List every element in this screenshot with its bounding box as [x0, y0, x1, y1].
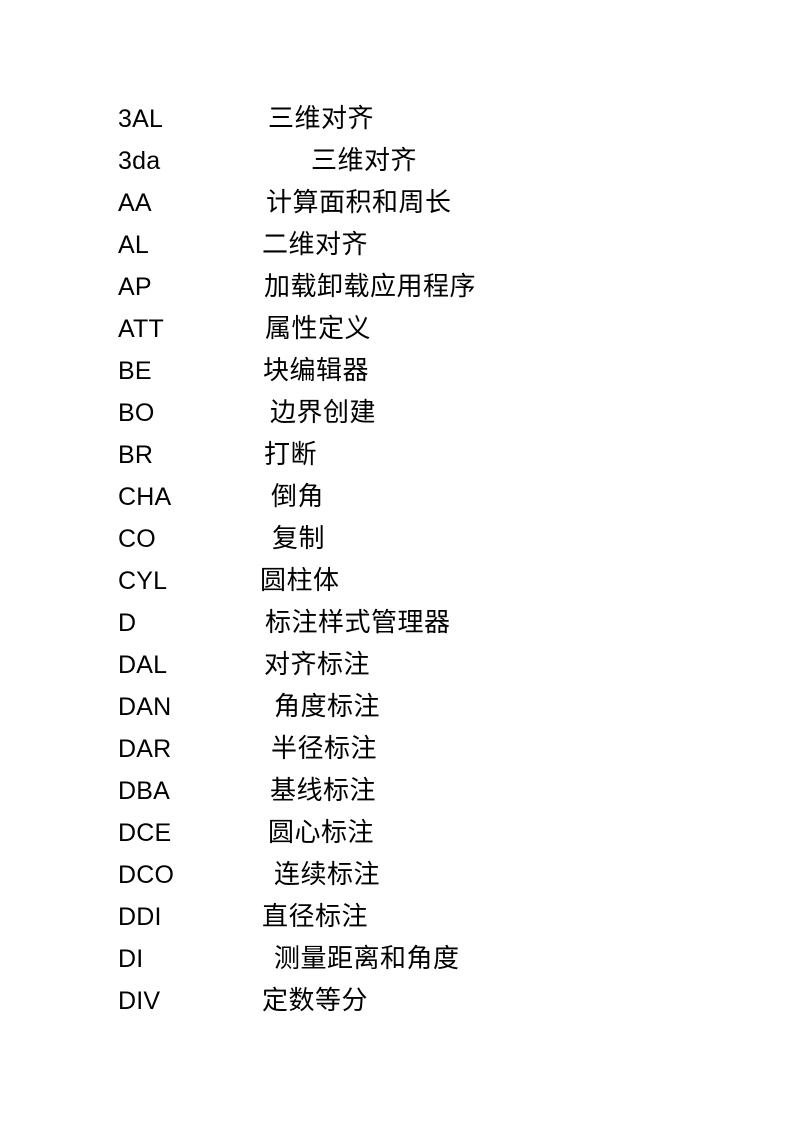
alias-row: DAR 半径标注 [0, 731, 800, 773]
alias-row: 3da 三维对齐 [0, 143, 800, 185]
alias-description: 圆心标注 [268, 818, 375, 848]
alias-row: DCO 连续标注 [0, 857, 800, 899]
alias-row: BE 块编辑器 [0, 353, 800, 395]
alias-description: 三维对齐 [311, 146, 418, 176]
alias-row: DI 测量距离和角度 [0, 941, 800, 983]
alias-row: BO 边界创建 [0, 395, 800, 437]
alias-code: CHA [118, 483, 172, 511]
alias-description: 直径标注 [262, 902, 369, 932]
alias-description: 倒角 [271, 482, 325, 512]
alias-description: 连续标注 [274, 860, 381, 890]
alias-row: 3AL 三维对齐 [0, 101, 800, 143]
alias-row: ATT 属性定义 [0, 311, 800, 353]
alias-code: CO [118, 525, 156, 553]
alias-description: 边界创建 [270, 398, 377, 428]
alias-description: 块编辑器 [263, 356, 370, 386]
alias-code: DAL [118, 651, 168, 679]
alias-code: DDI [118, 903, 162, 931]
alias-code: AL [118, 231, 149, 259]
alias-description: 二维对齐 [262, 230, 369, 260]
document-page: 3AL 三维对齐 3da 三维对齐 AA 计算面积和周长 AL 二维对齐 AP 加载卸载应用程序 A… [0, 0, 800, 1132]
alias-description: 三维对齐 [268, 104, 375, 134]
alias-row: BR 打断 [0, 437, 800, 479]
alias-code: DI [118, 945, 144, 973]
alias-code: BR [118, 441, 154, 469]
alias-code: BO [118, 399, 155, 427]
alias-code: ATT [118, 315, 164, 343]
alias-code: AA [118, 189, 152, 217]
alias-description: 角度标注 [274, 692, 381, 722]
alias-description: 属性定义 [265, 314, 372, 344]
alias-description: 对齐标注 [264, 650, 371, 680]
alias-code: DAN [118, 693, 172, 721]
alias-code: CYL [118, 567, 168, 595]
alias-row: DDI 直径标注 [0, 899, 800, 941]
alias-description: 圆柱体 [260, 566, 340, 596]
alias-description: 定数等分 [262, 986, 369, 1016]
alias-row: CHA 倒角 [0, 479, 800, 521]
alias-description: 复制 [272, 524, 326, 554]
alias-row: DBA 基线标注 [0, 773, 800, 815]
alias-code: 3da [118, 147, 161, 175]
alias-code: DBA [118, 777, 171, 805]
alias-row: DCE 圆心标注 [0, 815, 800, 857]
alias-code: D [118, 609, 137, 637]
alias-row: AP 加载卸载应用程序 [0, 269, 800, 311]
alias-row: CO 复制 [0, 521, 800, 563]
alias-description: 打断 [264, 440, 318, 470]
alias-code: DAR [118, 735, 172, 763]
alias-description: 测量距离和角度 [274, 944, 460, 974]
alias-row: D 标注样式管理器 [0, 605, 800, 647]
alias-code: DCO [118, 861, 175, 889]
alias-description: 标注样式管理器 [265, 608, 451, 638]
alias-row: AA 计算面积和周长 [0, 185, 800, 227]
alias-row: AL 二维对齐 [0, 227, 800, 269]
alias-description: 加载卸载应用程序 [264, 272, 477, 302]
alias-description: 计算面积和周长 [266, 188, 452, 218]
alias-row: CYL 圆柱体 [0, 563, 800, 605]
alias-code: AP [118, 273, 152, 301]
alias-code: DIV [118, 987, 161, 1015]
alias-code: BE [118, 357, 152, 385]
alias-row: DIV 定数等分 [0, 983, 800, 1025]
alias-code: 3AL [118, 105, 164, 133]
alias-code: DCE [118, 819, 172, 847]
alias-row: DAN 角度标注 [0, 689, 800, 731]
alias-description: 基线标注 [270, 776, 377, 806]
alias-row: DAL 对齐标注 [0, 647, 800, 689]
alias-description: 半径标注 [271, 734, 378, 764]
